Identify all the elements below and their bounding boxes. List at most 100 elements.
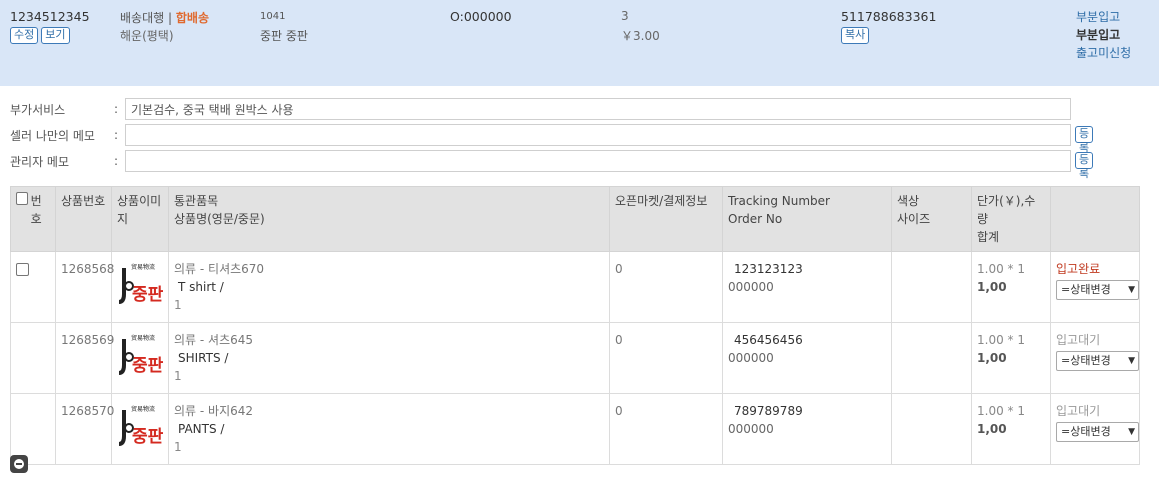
customs-cell: 의류 - 티셔츠670 T shirt / 1 bbox=[168, 251, 610, 323]
merge-shipping-badge: 합배송 bbox=[175, 11, 209, 25]
header-color-line2: 사이즈 bbox=[897, 212, 931, 226]
product-category: 의류 - 셔츠645 bbox=[174, 333, 254, 347]
row-status: 입고대기 bbox=[1056, 333, 1101, 347]
header-customs: 통관품목 상품명(영문/중문) bbox=[168, 186, 610, 252]
order-status: 부분입고 bbox=[1076, 28, 1121, 42]
thumb-logo-text: 중판 bbox=[132, 285, 163, 305]
status-cell: 입고완료 =상태변경 ▼ bbox=[1050, 251, 1140, 323]
market-info: 0 bbox=[609, 251, 723, 323]
row-order-no: 000000 bbox=[728, 280, 774, 294]
total-price: ￥3.00 bbox=[621, 29, 660, 43]
header-product-no: 상품번호 bbox=[55, 186, 112, 252]
unit-price-qty: 1.00 * 1 bbox=[977, 404, 1025, 418]
order-summary-header: 1234512345 수정 보기 배송대행 | 합배송 해운(평택) 1041 … bbox=[0, 0, 1159, 86]
status-change-select[interactable]: =상태변경 ▼ bbox=[1056, 422, 1139, 442]
price-cell: 1.00 * 1 1,00 bbox=[971, 251, 1051, 323]
row-status: 입고대기 bbox=[1056, 404, 1101, 418]
tracking-cell: 456456456 000000 bbox=[722, 322, 892, 394]
product-no: 1268569 bbox=[55, 322, 114, 394]
product-no: 1268568 bbox=[55, 251, 114, 323]
seller-memo-input[interactable] bbox=[125, 124, 1071, 146]
header-tracking-line2: Order No bbox=[728, 212, 783, 226]
copy-tracking-wrap: 복사 bbox=[841, 27, 870, 44]
shipping-type: 배송대행 | 합배송 bbox=[120, 9, 209, 26]
row-tracking-number: 123123123 bbox=[734, 262, 803, 276]
row-checkbox[interactable] bbox=[16, 263, 29, 276]
color-size-cell bbox=[891, 393, 972, 465]
status-cell: 입고대기 =상태변경 ▼ bbox=[1050, 393, 1140, 465]
chevron-down-icon: ▼ bbox=[1128, 427, 1135, 437]
not-requested-shipping-link[interactable]: 출고미신청 bbox=[1076, 44, 1131, 61]
row-tracking-number: 456456456 bbox=[734, 333, 803, 347]
order-actions: 수정 보기 bbox=[10, 27, 70, 44]
thumb-logo-text: 중판 bbox=[132, 356, 163, 376]
table-row: 1268568 贸易物流 중판 의류 - 티셔츠670 T shirt / 1 … bbox=[10, 251, 1140, 323]
header-no: 번호 bbox=[10, 186, 56, 252]
service-field[interactable] bbox=[125, 98, 1071, 120]
status-change-select[interactable]: =상태변경 ▼ bbox=[1056, 351, 1139, 371]
header-price-line2: 합계 bbox=[977, 230, 1000, 244]
thumb-small-text: 贸易物流 bbox=[131, 263, 155, 271]
product-category: 의류 - 바지642 bbox=[174, 404, 254, 418]
header-customs-line1: 통관품목 bbox=[174, 194, 219, 208]
row-order-no: 000000 bbox=[728, 422, 774, 436]
product-thumbnail[interactable]: 贸易物流 중판 bbox=[117, 402, 165, 452]
edit-button[interactable]: 수정 bbox=[10, 27, 39, 44]
header-image: 상품이미지 bbox=[111, 186, 169, 252]
row-check-cell bbox=[10, 322, 56, 394]
product-thumbnail[interactable]: 贸易物流 중판 bbox=[117, 331, 165, 381]
minus-circle-icon[interactable] bbox=[10, 455, 28, 473]
status-cell: 입고대기 =상태변경 ▼ bbox=[1050, 322, 1140, 394]
header-no-label: 번호 bbox=[30, 194, 42, 226]
thumb-small-text: 贸易物流 bbox=[131, 334, 155, 342]
view-button[interactable]: 보기 bbox=[41, 27, 70, 44]
product-qty: 1 bbox=[174, 369, 182, 383]
header-market: 오픈마켓/결제정보 bbox=[609, 186, 723, 252]
status-select-value: =상태변경 bbox=[1061, 283, 1111, 296]
row-total: 1,00 bbox=[977, 422, 1007, 436]
unit-price-qty: 1.00 * 1 bbox=[977, 262, 1025, 276]
tracking-cell: 123123123 000000 bbox=[722, 251, 892, 323]
center-code: 1041 bbox=[260, 11, 286, 22]
header-tracking: Tracking Number Order No bbox=[722, 186, 892, 252]
product-image-cell: 贸易物流 중판 bbox=[111, 393, 169, 465]
product-qty: 1 bbox=[174, 298, 182, 312]
admin-memo-label: 관리자 메모 bbox=[10, 154, 70, 169]
header-color-line1: 색상 bbox=[897, 194, 920, 208]
product-qty: 1 bbox=[174, 440, 182, 454]
row-total: 1,00 bbox=[977, 280, 1007, 294]
row-check-cell bbox=[10, 251, 56, 323]
product-name: T shirt / bbox=[178, 280, 224, 294]
product-thumbnail[interactable]: 贸易物流 중판 bbox=[117, 260, 165, 310]
order-id: 1234512345 bbox=[10, 9, 90, 24]
customs-cell: 의류 - 바지642 PANTS / 1 bbox=[168, 393, 610, 465]
market-info: 0 bbox=[609, 322, 723, 394]
product-image-cell: 贸易物流 중판 bbox=[111, 251, 169, 323]
partial-receipt-link[interactable]: 부분입고 bbox=[1076, 8, 1120, 25]
seller-memo-register-button[interactable]: 등록 bbox=[1075, 126, 1094, 154]
o-number: O:000000 bbox=[450, 9, 512, 24]
status-change-select[interactable]: =상태변경 ▼ bbox=[1056, 280, 1139, 300]
admin-memo-input[interactable] bbox=[125, 150, 1071, 172]
header-customs-line2: 상품명(영문/중문) bbox=[174, 212, 265, 226]
seller-memo-row: 셀러 나만의 메모 : 등록 bbox=[10, 124, 1094, 154]
tracking-number: 511788683361 bbox=[841, 9, 937, 24]
select-all-checkbox[interactable] bbox=[16, 192, 28, 205]
header-status bbox=[1050, 186, 1140, 252]
table-header-row: 번호 상품번호 상품이미지 통관품목 상품명(영문/중문) 오픈마켓/결제정보 … bbox=[10, 186, 1140, 252]
color-size-cell bbox=[891, 322, 972, 394]
chevron-down-icon: ▼ bbox=[1128, 285, 1135, 295]
market-info: 0 bbox=[609, 393, 723, 465]
header-price-line1: 단가(￥),수량 bbox=[977, 194, 1036, 226]
admin-memo-register-button[interactable]: 등록 bbox=[1075, 152, 1094, 180]
customs-cell: 의류 - 셔츠645 SHIRTS / 1 bbox=[168, 322, 610, 394]
price-cell: 1.00 * 1 1,00 bbox=[971, 393, 1051, 465]
row-tracking-number: 789789789 bbox=[734, 404, 803, 418]
product-no: 1268570 bbox=[55, 393, 114, 465]
product-name: SHIRTS / bbox=[178, 351, 229, 365]
copy-button[interactable]: 복사 bbox=[841, 27, 870, 44]
status-select-value: =상태변경 bbox=[1061, 354, 1111, 367]
row-status: 입고완료 bbox=[1056, 262, 1101, 276]
product-category: 의류 - 티셔츠670 bbox=[174, 262, 265, 276]
shipping-separator: | bbox=[168, 11, 173, 25]
